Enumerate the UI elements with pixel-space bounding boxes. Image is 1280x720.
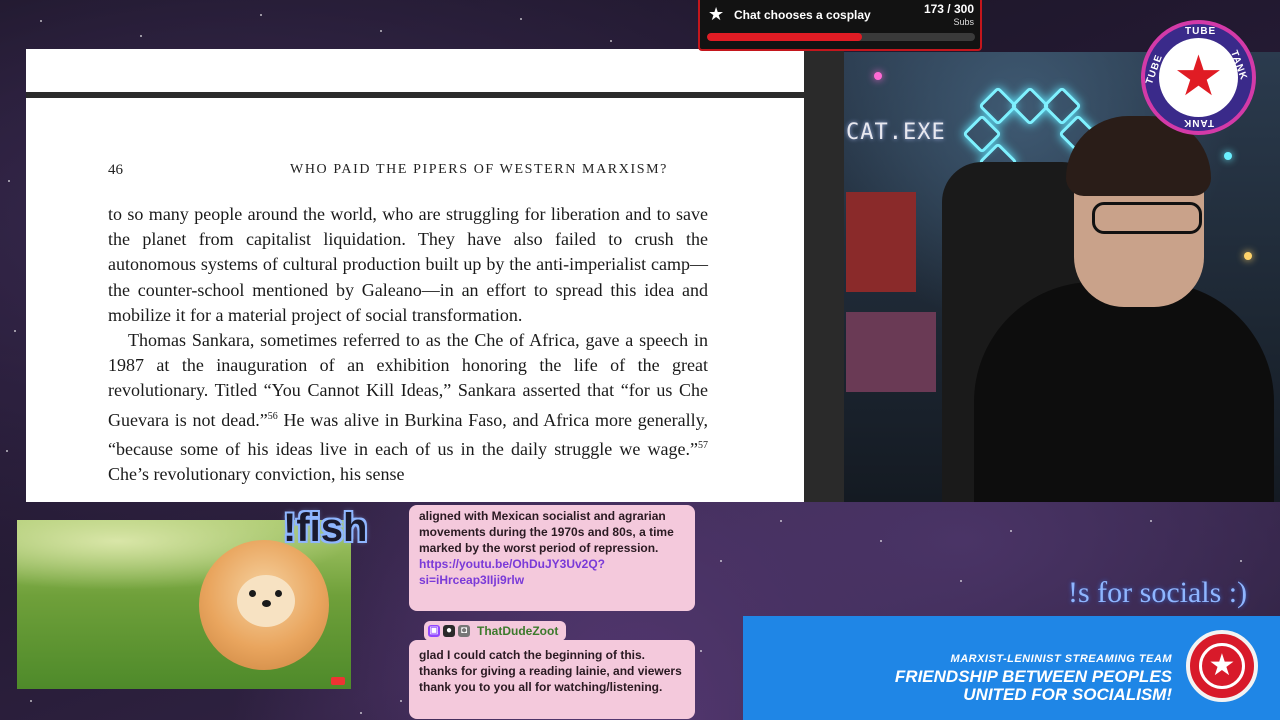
paragraph-2: Thomas Sankara, sometimes referred to as… (108, 328, 708, 487)
red-star-icon: ★ (1173, 44, 1224, 107)
sub-goal-count: 173 / 300 (923, 2, 974, 16)
sub-goal-unit: Subs (953, 17, 974, 27)
paragraph-2-part-3: Che’s revolutionary conviction, his sens… (108, 464, 405, 485)
banner-title: FRIENDSHIP BETWEEN PEOPLES UNITED FOR SO… (895, 668, 1172, 704)
tube-tank-logo: TUBE TANK TANK TUBE ★ (1141, 20, 1256, 135)
banner-subtitle: MARXIST-LENINIST STREAMING TEAM (950, 653, 1172, 665)
streaming-team-banner: MARXIST-LENINIST STREAMING TEAM FRIENDSH… (743, 616, 1280, 720)
camera-badge-icon: ◘ (458, 625, 470, 637)
fairy-light (1244, 252, 1252, 260)
twitch-badge-icon: ▣ (428, 625, 440, 637)
chat-message-text: glad I could catch the beginning of this… (419, 648, 682, 694)
chat-message: aligned with Mexican socialist and agrar… (409, 505, 695, 611)
chat-message: glad I could catch the beginning of this… (409, 640, 695, 719)
logo-text-top: TUBE (1185, 26, 1217, 37)
chat-message-text: aligned with Mexican socialist and agrar… (419, 509, 674, 555)
footnote-56[interactable]: 56 (268, 411, 278, 422)
banner-title-line-1: FRIENDSHIP BETWEEN PEOPLES (894, 667, 1172, 686)
seal-star-icon: ★ (1199, 643, 1245, 689)
socials-command-text: !s for socials :) (1068, 576, 1248, 609)
team-seal-logo: ★ (1186, 630, 1258, 702)
sub-goal-progress-fill (707, 33, 862, 41)
dog-eye (275, 590, 282, 597)
paragraph-1: to so many people around the world, who … (108, 204, 708, 325)
fairy-light (1224, 152, 1232, 160)
fish-command-text: !fish (283, 506, 368, 550)
page-body-text: to so many people around the world, who … (108, 202, 708, 487)
star-icon: ★ (708, 4, 725, 24)
logo-text-bottom: TANK (1183, 117, 1215, 128)
chat-username-tag: ▣ ● ◘ ThatDudeZoot (424, 621, 567, 641)
page-number: 46 (108, 162, 123, 178)
document-page: 46 WHO PAID THE PIPERS OF WESTERN MARXIS… (26, 98, 804, 502)
running-head: WHO PAID THE PIPERS OF WESTERN MARXISM? (290, 162, 668, 177)
streamer-glasses (1092, 202, 1202, 234)
document-page-previous (26, 49, 804, 92)
wall-poster (846, 312, 936, 392)
dog-nose (262, 600, 271, 607)
logo-center: ★ (1159, 38, 1238, 117)
webcam-overlay-tag: CAT.EXE (846, 120, 946, 145)
cat-badge-icon: ● (443, 625, 455, 637)
chat-message-link[interactable]: https://youtu.be/OhDuJY3Uv2Q?si=iHrceap3… (419, 556, 685, 588)
wall-poster (846, 192, 916, 292)
sub-goal-label: Chat chooses a cosplay (734, 8, 871, 22)
fairy-light (874, 72, 882, 80)
watermark-icon (331, 677, 345, 685)
sub-goal-widget: ★ Chat chooses a cosplay 173 / 300 Subs (698, 0, 982, 51)
streamer-body (974, 282, 1274, 502)
banner-title-line-2: UNITED FOR SOCIALISM! (963, 685, 1172, 704)
document-scroll-margin[interactable] (804, 49, 844, 502)
chat-username[interactable]: ThatDudeZoot (477, 624, 558, 638)
dog-eye (249, 590, 256, 597)
footnote-57[interactable]: 57 (698, 440, 708, 451)
sub-goal-progress-track (707, 33, 975, 41)
